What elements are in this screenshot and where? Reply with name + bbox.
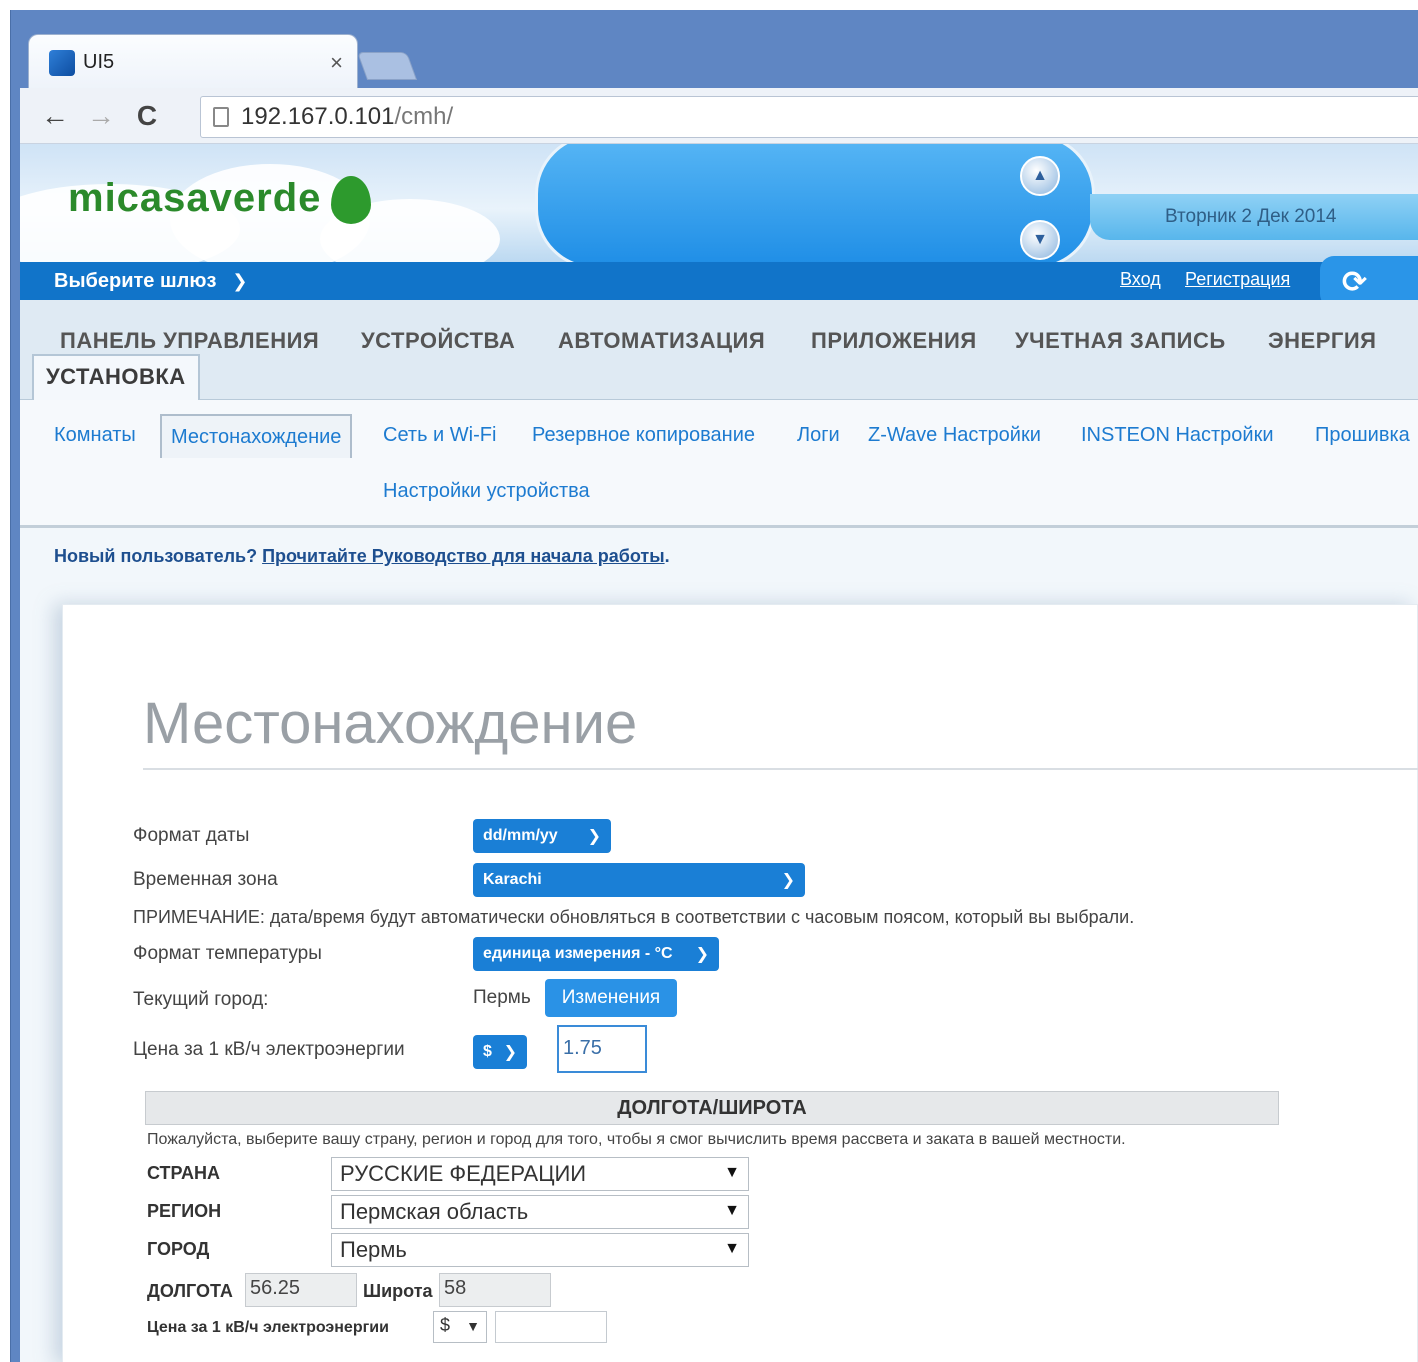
scroll-down-button[interactable]: ▼: [1020, 220, 1060, 260]
browser-tab[interactable]: UI5 ×: [28, 34, 358, 90]
leaf-logo-icon: [331, 176, 372, 225]
subnav-firmware[interactable]: Прошивка: [1315, 424, 1410, 447]
login-link[interactable]: Вход: [1120, 269, 1161, 290]
subnav-rooms[interactable]: Комнаты: [54, 424, 136, 447]
chevron-down-icon: ❯: [695, 946, 709, 963]
gateway-bar: Выберите шлюз ❯ Вход Регистрация ⟳: [20, 256, 1418, 308]
geo-currency-select[interactable]: $ ▼: [433, 1311, 487, 1343]
site-header: micasaverde ▲ ▼ Вторник 2 Дек 2014: [20, 144, 1418, 279]
dropdown-arrow-icon: ▼: [724, 1202, 740, 1219]
location-card: Местонахождение Формат даты dd/mm/yy ❯ В…: [62, 604, 1418, 1362]
nav-automation[interactable]: АВТОМАТИЗАЦИЯ: [558, 328, 765, 354]
timezone-label: Временная зона: [133, 869, 278, 890]
subnav-network[interactable]: Сеть и Wi-Fi: [383, 424, 496, 447]
longitude-label: ДОЛГОТА: [147, 1281, 233, 1301]
subnav-insteon[interactable]: INSTEON Настройки: [1081, 424, 1274, 447]
title-divider: [143, 768, 1418, 770]
timezone-note: ПРИМЕЧАНИЕ: дата/время будут автоматичес…: [133, 907, 1135, 927]
dropdown-arrow-icon: ▼: [724, 1240, 740, 1257]
reload-icon[interactable]: C: [124, 100, 170, 132]
geo-description: Пожалуйста, выберите вашу страну, регион…: [147, 1131, 1126, 1148]
page-title: Местонахождение: [143, 691, 638, 756]
getting-started-link[interactable]: Прочитайте Руководство для начала работы: [262, 546, 665, 566]
chevron-down-icon: ❯: [587, 828, 601, 845]
nav-apps[interactable]: ПРИЛОЖЕНИЯ: [811, 328, 977, 354]
dropdown-arrow-icon: ▼: [724, 1164, 740, 1181]
back-arrow-icon[interactable]: ←: [32, 100, 78, 132]
geo-price-label: Цена за 1 кВ/ч электроэнергии: [147, 1319, 389, 1336]
nav-devices[interactable]: УСТРОЙСТВА: [361, 328, 515, 354]
city-label: ГОРОД: [147, 1239, 210, 1259]
sub-navigation: Комнаты Местонахождение Сеть и Wi-Fi Рез…: [20, 400, 1418, 528]
region-label: РЕГИОН: [147, 1201, 222, 1221]
temperature-format-label: Формат температуры: [133, 943, 322, 964]
date-format-dropdown[interactable]: dd/mm/yy ❯: [473, 819, 611, 853]
current-date: Вторник 2 Дек 2014: [1165, 206, 1337, 227]
tab-close-icon[interactable]: ×: [330, 50, 343, 76]
country-label: СТРАНА: [147, 1163, 220, 1183]
chevron-down-icon[interactable]: ❯: [232, 271, 247, 292]
longitude-field: 56.25: [245, 1273, 357, 1307]
header-blue-panel: [535, 144, 1095, 269]
geo-price-input[interactable]: [495, 1311, 607, 1343]
date-format-label: Формат даты: [133, 825, 250, 846]
city-select[interactable]: Пермь ▼: [331, 1233, 749, 1267]
tab-title: UI5: [83, 51, 115, 73]
current-city-value: Пермь: [473, 987, 531, 1008]
register-link[interactable]: Регистрация: [1185, 269, 1290, 290]
nav-energy[interactable]: ЭНЕРГИЯ: [1268, 328, 1376, 354]
page-content: micasaverde ▲ ▼ Вторник 2 Дек 2014 Выбер…: [20, 144, 1418, 1362]
nav-dashboard[interactable]: ПАНЕЛЬ УПРАВЛЕНИЯ: [60, 328, 319, 354]
subnav-zwave[interactable]: Z-Wave Настройки: [868, 424, 1041, 447]
welcome-message: Новый пользователь? Прочитайте Руководст…: [54, 546, 670, 566]
subnav-backup[interactable]: Резервное копирование: [532, 424, 755, 447]
subnav-logs[interactable]: Логи: [797, 424, 840, 447]
chevron-down-icon: ❯: [503, 1044, 517, 1061]
site-logo[interactable]: micasaverde: [68, 176, 372, 225]
energy-price-input[interactable]: 1.75: [557, 1025, 647, 1073]
country-select[interactable]: РУССКИЕ ФЕДЕРАЦИИ ▼: [331, 1157, 749, 1191]
forward-arrow-icon[interactable]: →: [78, 100, 124, 132]
scroll-up-button[interactable]: ▲: [1020, 156, 1060, 196]
latitude-field: 58: [439, 1273, 551, 1307]
nav-setup[interactable]: УСТАНОВКА: [32, 354, 200, 400]
address-bar[interactable]: 192.167.0.101/cmh/: [200, 96, 1418, 138]
currency-dropdown[interactable]: $ ❯: [473, 1035, 527, 1069]
browser-toolbar: ← → C 192.167.0.101/cmh/: [20, 88, 1418, 144]
latitude-label: Широта: [363, 1281, 433, 1301]
page-icon: [213, 107, 229, 127]
main-navigation: ПАНЕЛЬ УПРАВЛЕНИЯ УСТРОЙСТВА АВТОМАТИЗАЦ…: [20, 300, 1418, 400]
date-display: Вторник 2 Дек 2014: [1090, 194, 1418, 240]
energy-price-label: Цена за 1 кВ/ч электроэнергии: [133, 1039, 405, 1060]
subnav-device-settings[interactable]: Настройки устройства: [383, 480, 590, 503]
region-select[interactable]: Пермская область ▼: [331, 1195, 749, 1229]
subnav-location[interactable]: Местонахождение: [160, 414, 353, 458]
change-city-button[interactable]: Изменения: [545, 979, 677, 1017]
tab-favicon-icon: [49, 49, 75, 76]
sync-icon: ⟳: [1342, 265, 1368, 299]
geo-section-header: ДОЛГОТА/ШИРОТА: [145, 1091, 1279, 1125]
current-city-label: Текущий город:: [133, 989, 269, 1010]
chevron-down-icon: ❯: [781, 872, 795, 889]
new-tab-button[interactable]: [356, 52, 418, 80]
dropdown-arrow-icon: ▼: [466, 1318, 480, 1334]
nav-account[interactable]: УЧЕТНАЯ ЗАПИСЬ: [1015, 328, 1226, 354]
url-text: 192.167.0.101/cmh/: [241, 103, 454, 130]
gateway-select[interactable]: Выберите шлюз: [54, 270, 216, 293]
temperature-format-dropdown[interactable]: единица измерения - °C ❯: [473, 937, 719, 971]
timezone-dropdown[interactable]: Karachi ❯: [473, 863, 805, 897]
